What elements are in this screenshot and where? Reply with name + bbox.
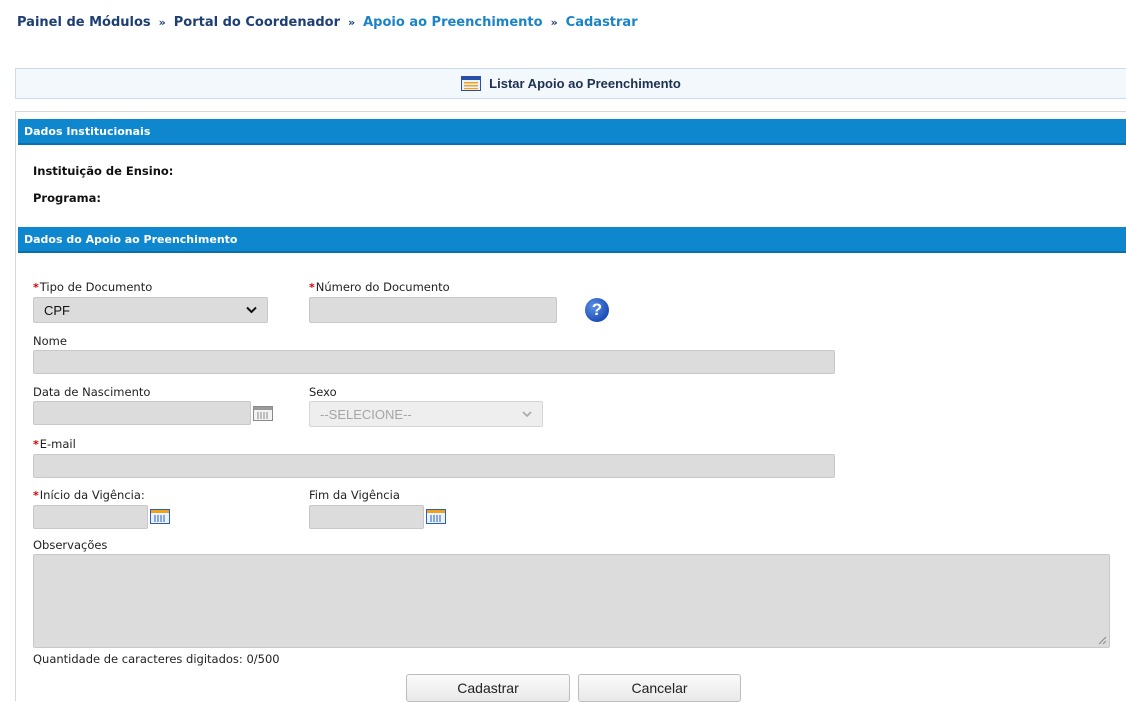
breadcrumb-item-apoio[interactable]: Apoio ao Preenchimento (363, 15, 542, 30)
chevron-down-icon (522, 411, 532, 417)
required-marker: * (33, 438, 39, 451)
notes-textarea[interactable] (33, 554, 1110, 648)
required-marker: * (309, 281, 315, 294)
doc-type-select[interactable]: CPF (33, 297, 268, 323)
institution-label: Instituição de Ensino: (33, 164, 174, 178)
sex-label: Sexo (309, 385, 337, 399)
required-marker: * (33, 489, 39, 502)
breadcrumb-separator: » (348, 16, 356, 29)
list-icon (461, 76, 482, 91)
breadcrumb-item-painel[interactable]: Painel de Módulos (17, 15, 151, 30)
notes-label: Observações (33, 538, 108, 552)
list-link-bar[interactable]: Listar Apoio ao Preenchimento (15, 68, 1126, 99)
breadcrumb-separator: » (158, 16, 166, 29)
section-institutional-header: Dados Institucionais (18, 119, 1126, 145)
sex-value: --SELECIONE-- (320, 406, 412, 422)
doc-type-label-text: Tipo de Documento (39, 280, 153, 294)
breadcrumb-item-cadastrar: Cadastrar (565, 15, 638, 30)
sex-select[interactable]: --SELECIONE-- (309, 401, 543, 427)
birth-date-label: Data de Nascimento (33, 385, 151, 399)
breadcrumb-item-portal[interactable]: Portal do Coordenador (174, 15, 340, 30)
doc-type-label: *Tipo de Documento (33, 280, 152, 294)
email-input[interactable] (33, 454, 835, 478)
doc-number-label: *Número do Documento (309, 280, 450, 294)
doc-number-input[interactable] (309, 297, 557, 323)
doc-type-value: CPF (44, 302, 70, 318)
birth-date-input[interactable] (33, 401, 251, 425)
chevron-down-icon (246, 306, 257, 314)
breadcrumb-separator: » (550, 16, 558, 29)
start-date-label: *Início da Vigência: (33, 488, 145, 502)
section-support-header: Dados do Apoio ao Preenchimento (18, 227, 1126, 253)
calendar-icon[interactable] (150, 509, 170, 524)
doc-number-label-text: Número do Documento (315, 280, 450, 294)
list-link-label[interactable]: Listar Apoio ao Preenchimento (489, 76, 681, 91)
name-label: Nome (33, 334, 67, 348)
start-date-input[interactable] (33, 505, 148, 529)
char-counter: Quantidade de caracteres digitados: 0/50… (33, 652, 280, 666)
resize-grip-icon[interactable] (1098, 636, 1107, 645)
calendar-icon[interactable] (253, 406, 273, 421)
breadcrumb: Painel de Módulos » Portal do Coordenador »… (17, 15, 638, 30)
help-icon[interactable]: ? (585, 298, 609, 322)
end-date-label: Fim da Vigência (309, 488, 400, 502)
email-label: *E-mail (33, 437, 76, 451)
calendar-icon[interactable] (426, 509, 446, 524)
end-date-input[interactable] (309, 505, 424, 529)
required-marker: * (33, 281, 39, 294)
program-label: Programa: (33, 191, 102, 205)
name-input[interactable] (33, 350, 835, 374)
start-date-label-text: Início da Vigência: (39, 488, 145, 502)
email-label-text: E-mail (39, 437, 76, 451)
